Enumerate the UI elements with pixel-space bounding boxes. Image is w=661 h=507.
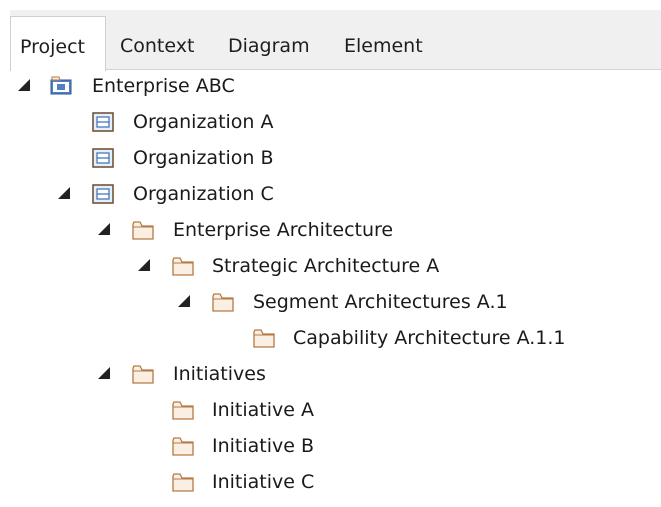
folder-icon <box>253 328 275 348</box>
tree-item-enterprise-abc[interactable]: Enterprise ABC <box>10 70 661 102</box>
organization-element-icon <box>92 148 114 168</box>
tree-item-label: Organization B <box>133 147 274 169</box>
expanded-triangle-icon[interactable] <box>98 223 110 235</box>
tab-context[interactable]: Context <box>120 36 194 56</box>
expanded-triangle-icon[interactable] <box>18 79 30 91</box>
tree-item-segment-architectures-a1[interactable]: Segment Architectures A.1 <box>10 286 661 318</box>
tree-item-label: Enterprise ABC <box>92 75 235 97</box>
folder-icon <box>132 364 154 384</box>
tab-bar: Project Context Diagram Element <box>10 10 661 71</box>
tree-item-enterprise-architecture[interactable]: Enterprise Architecture <box>10 214 661 246</box>
tree-item-label: Initiative A <box>212 399 314 421</box>
tree-item-initiative-b[interactable]: Initiative B <box>10 430 661 462</box>
tree-item-organization-a[interactable]: Organization A <box>10 106 661 138</box>
tree-item-label: Capability Architecture A.1.1 <box>293 327 566 349</box>
tab-project-label: Project <box>20 36 86 58</box>
expanded-triangle-icon[interactable] <box>138 259 150 271</box>
tree-item-organization-b[interactable]: Organization B <box>10 142 661 174</box>
folder-icon <box>172 436 194 456</box>
tree-item-label: Enterprise Architecture <box>173 219 394 241</box>
tree-item-initiatives[interactable]: Initiatives <box>10 358 661 390</box>
tree-item-label: Strategic Architecture A <box>212 255 440 277</box>
organization-element-icon <box>92 112 114 132</box>
project-browser: Project Context Diagram Element Enterpri… <box>10 10 661 507</box>
expanded-triangle-icon[interactable] <box>178 295 190 307</box>
model-package-icon <box>50 74 72 95</box>
tree-item-initiative-c[interactable]: Initiative C <box>10 466 661 498</box>
tab-project[interactable]: Project <box>10 16 106 71</box>
tree-item-initiative-a[interactable]: Initiative A <box>10 394 661 426</box>
tree-item-organization-c[interactable]: Organization C <box>10 178 661 210</box>
folder-icon <box>172 400 194 420</box>
tree-item-label: Organization A <box>133 111 274 133</box>
tab-element[interactable]: Element <box>344 36 423 56</box>
tree-item-capability-architecture-a11[interactable]: Capability Architecture A.1.1 <box>10 322 661 354</box>
folder-icon <box>132 220 154 240</box>
tree-item-label: Organization C <box>133 183 274 205</box>
tree-item-label: Segment Architectures A.1 <box>253 291 508 313</box>
expanded-triangle-icon[interactable] <box>58 187 70 199</box>
tree-item-label: Initiative B <box>212 435 315 457</box>
tree-item-label: Initiatives <box>173 363 266 385</box>
folder-icon <box>172 256 194 276</box>
tab-diagram[interactable]: Diagram <box>228 36 310 56</box>
folder-icon <box>212 292 234 312</box>
organization-element-icon <box>92 184 114 204</box>
tree-item-strategic-architecture-a[interactable]: Strategic Architecture A <box>10 250 661 282</box>
expanded-triangle-icon[interactable] <box>98 367 110 379</box>
tree-item-label: Initiative C <box>212 471 315 493</box>
folder-icon <box>172 472 194 492</box>
